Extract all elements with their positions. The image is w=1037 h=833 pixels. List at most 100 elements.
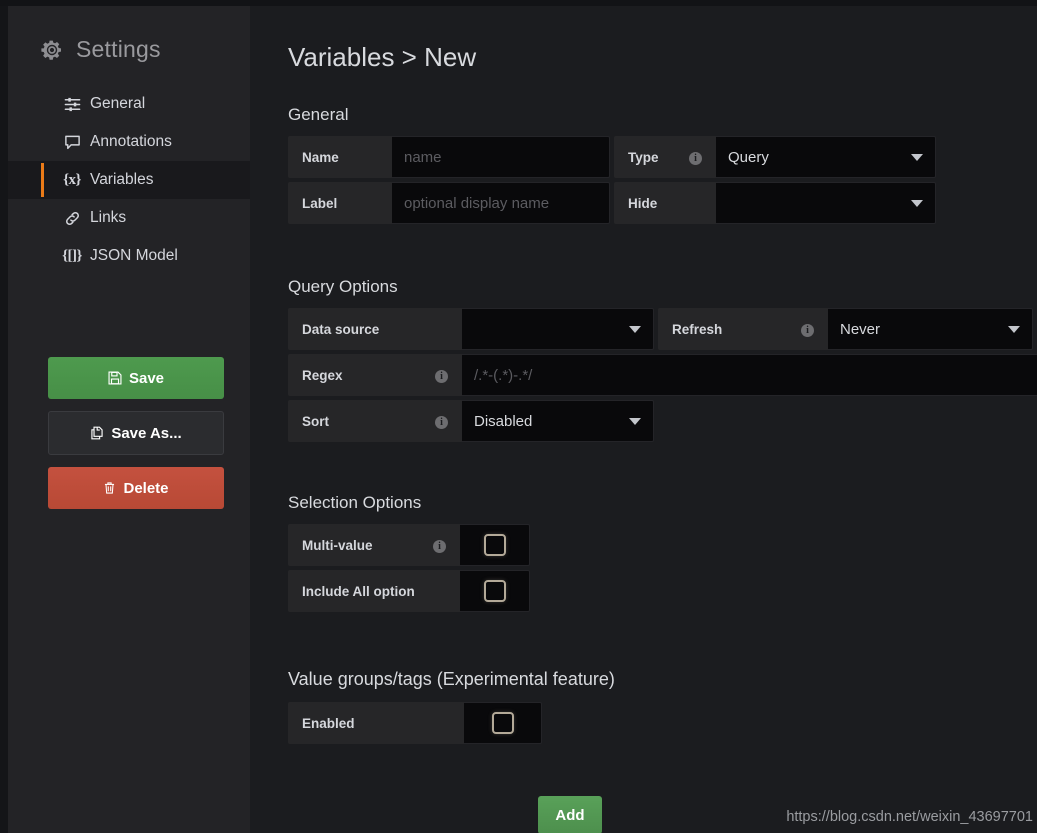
name-input-placeholder: name — [404, 148, 442, 166]
section-title-query-options: Query Options — [288, 277, 398, 296]
sliders-icon — [63, 95, 81, 113]
comment-icon — [63, 133, 81, 151]
gear-icon — [40, 38, 64, 62]
checkbox-box — [483, 580, 506, 602]
save-button-label: Save — [128, 369, 165, 387]
form-row-multi-value: Multi-value i — [288, 524, 530, 566]
section-general: General Name name Type i Query Label opt… — [288, 105, 936, 228]
grafana-dashboard-settings: Settings General Annotations {x} Variabl… — [0, 0, 1037, 833]
settings-sidebar: Settings General Annotations {x} Variabl… — [8, 6, 250, 833]
link-icon — [63, 209, 81, 227]
sort-label: Sort i — [288, 400, 462, 442]
copy-icon — [90, 426, 104, 440]
save-button[interactable]: Save — [48, 357, 224, 399]
trash-icon — [103, 481, 116, 495]
left-rail — [0, 6, 8, 833]
chevron-down-icon — [1008, 326, 1020, 333]
include-all-label: Include All option — [288, 570, 460, 612]
sidebar-item-links[interactable]: Links — [8, 199, 250, 237]
field-group-regex: Regex i /.*-(.*)-.*/ — [288, 354, 1037, 396]
chevron-down-icon — [911, 200, 923, 207]
refresh-select[interactable]: Never — [828, 308, 1033, 350]
refresh-label: Refresh i — [658, 308, 828, 350]
chevron-down-icon — [629, 418, 641, 425]
field-group-name: Name name — [288, 136, 610, 178]
variable-icon: {x} — [63, 171, 81, 188]
delete-button[interactable]: Delete — [48, 467, 224, 509]
form-row-sort: Sort i Disabled — [288, 400, 1037, 442]
section-title-selection-options: Selection Options — [288, 493, 422, 512]
settings-header: Settings — [8, 6, 250, 63]
label-input-placeholder: optional display name — [404, 194, 550, 212]
sort-select[interactable]: Disabled — [462, 400, 654, 442]
section-query-options: Query Options Data source Refresh i Neve… — [288, 277, 1037, 446]
add-button[interactable]: Add — [538, 796, 602, 833]
label-label: Label — [288, 182, 392, 224]
section-selection-options: Selection Options Multi-value i Include … — [288, 493, 530, 616]
regex-input-placeholder: /.*-(.*)-.*/ — [474, 366, 533, 384]
type-select-value: Query — [728, 148, 769, 166]
form-row-label-hide: Label optional display name Hide — [288, 182, 936, 224]
watermark-text: https://blog.csdn.net/weixin_43697701 — [786, 809, 1033, 825]
data-source-select[interactable] — [462, 308, 654, 350]
type-info-icon[interactable]: i — [673, 149, 702, 165]
field-group-label: Label optional display name — [288, 182, 610, 224]
refresh-select-value: Never — [840, 320, 881, 338]
sidebar-item-variables[interactable]: {x} Variables — [8, 161, 250, 199]
type-select[interactable]: Query — [716, 136, 936, 178]
multi-value-info-icon[interactable]: i — [417, 537, 446, 553]
name-input[interactable]: name — [392, 136, 610, 178]
sidebar-item-label: Variables — [90, 171, 154, 188]
enabled-label: Enabled — [288, 702, 464, 744]
sort-info-icon[interactable]: i — [419, 413, 448, 429]
refresh-info-icon[interactable]: i — [785, 321, 814, 337]
checkbox-box — [491, 712, 514, 734]
field-group-refresh: Refresh i Never — [658, 308, 1033, 350]
enabled-checkbox[interactable] — [464, 702, 542, 744]
multi-value-checkbox[interactable] — [460, 524, 530, 566]
save-as-button[interactable]: Save As... — [48, 411, 224, 455]
multi-value-label: Multi-value i — [288, 524, 460, 566]
label-input[interactable]: optional display name — [392, 182, 610, 224]
sidebar-item-annotations[interactable]: Annotations — [8, 123, 250, 161]
sidebar-actions: Save Save As... Delete — [48, 357, 224, 521]
sort-select-value: Disabled — [474, 412, 533, 430]
chevron-down-icon — [629, 326, 641, 333]
data-source-label: Data source — [288, 308, 462, 350]
form-row-regex: Regex i /.*-(.*)-.*/ — [288, 354, 1037, 396]
form-row-enabled: Enabled — [288, 702, 615, 744]
sidebar-item-label: General — [90, 95, 146, 112]
type-label: Type i — [614, 136, 716, 178]
form-row-datasource-refresh: Data source Refresh i Never — [288, 308, 1037, 350]
hide-label: Hide — [614, 182, 716, 224]
hide-select[interactable] — [716, 182, 936, 224]
chevron-down-icon — [911, 154, 923, 161]
settings-title: Settings — [76, 36, 161, 62]
sidebar-item-json-model[interactable]: {[]} JSON Model — [8, 237, 250, 275]
settings-main-panel: Variables > New General Name name Type i — [250, 6, 1037, 833]
sidebar-item-label: JSON Model — [90, 247, 178, 264]
sidebar-item-label: Links — [90, 209, 127, 226]
section-title-general: General — [288, 105, 349, 124]
regex-info-icon[interactable]: i — [419, 367, 448, 383]
include-all-checkbox[interactable] — [460, 570, 530, 612]
braces-icon: {[]} — [62, 247, 82, 264]
name-label: Name — [288, 136, 392, 178]
field-group-hide: Hide — [614, 182, 936, 224]
regex-label: Regex i — [288, 354, 462, 396]
form-row-include-all: Include All option — [288, 570, 530, 612]
settings-nav: General Annotations {x} Variables Links … — [8, 85, 250, 275]
regex-input[interactable]: /.*-(.*)-.*/ — [462, 354, 1037, 396]
save-as-button-label: Save As... — [111, 424, 182, 442]
sidebar-item-general[interactable]: General — [8, 85, 250, 123]
field-group-sort: Sort i Disabled — [288, 400, 654, 442]
page-title: Variables > New — [288, 42, 477, 72]
form-row-name-type: Name name Type i Query — [288, 136, 936, 178]
delete-button-label: Delete — [123, 479, 169, 497]
sidebar-item-label: Annotations — [90, 133, 172, 150]
section-value-groups: Value groups/tags (Experimental feature)… — [288, 669, 615, 748]
floppy-disk-icon — [108, 371, 122, 385]
checkbox-box — [483, 534, 506, 556]
section-title-value-groups: Value groups/tags (Experimental feature) — [288, 669, 615, 689]
field-group-data-source: Data source — [288, 308, 654, 350]
